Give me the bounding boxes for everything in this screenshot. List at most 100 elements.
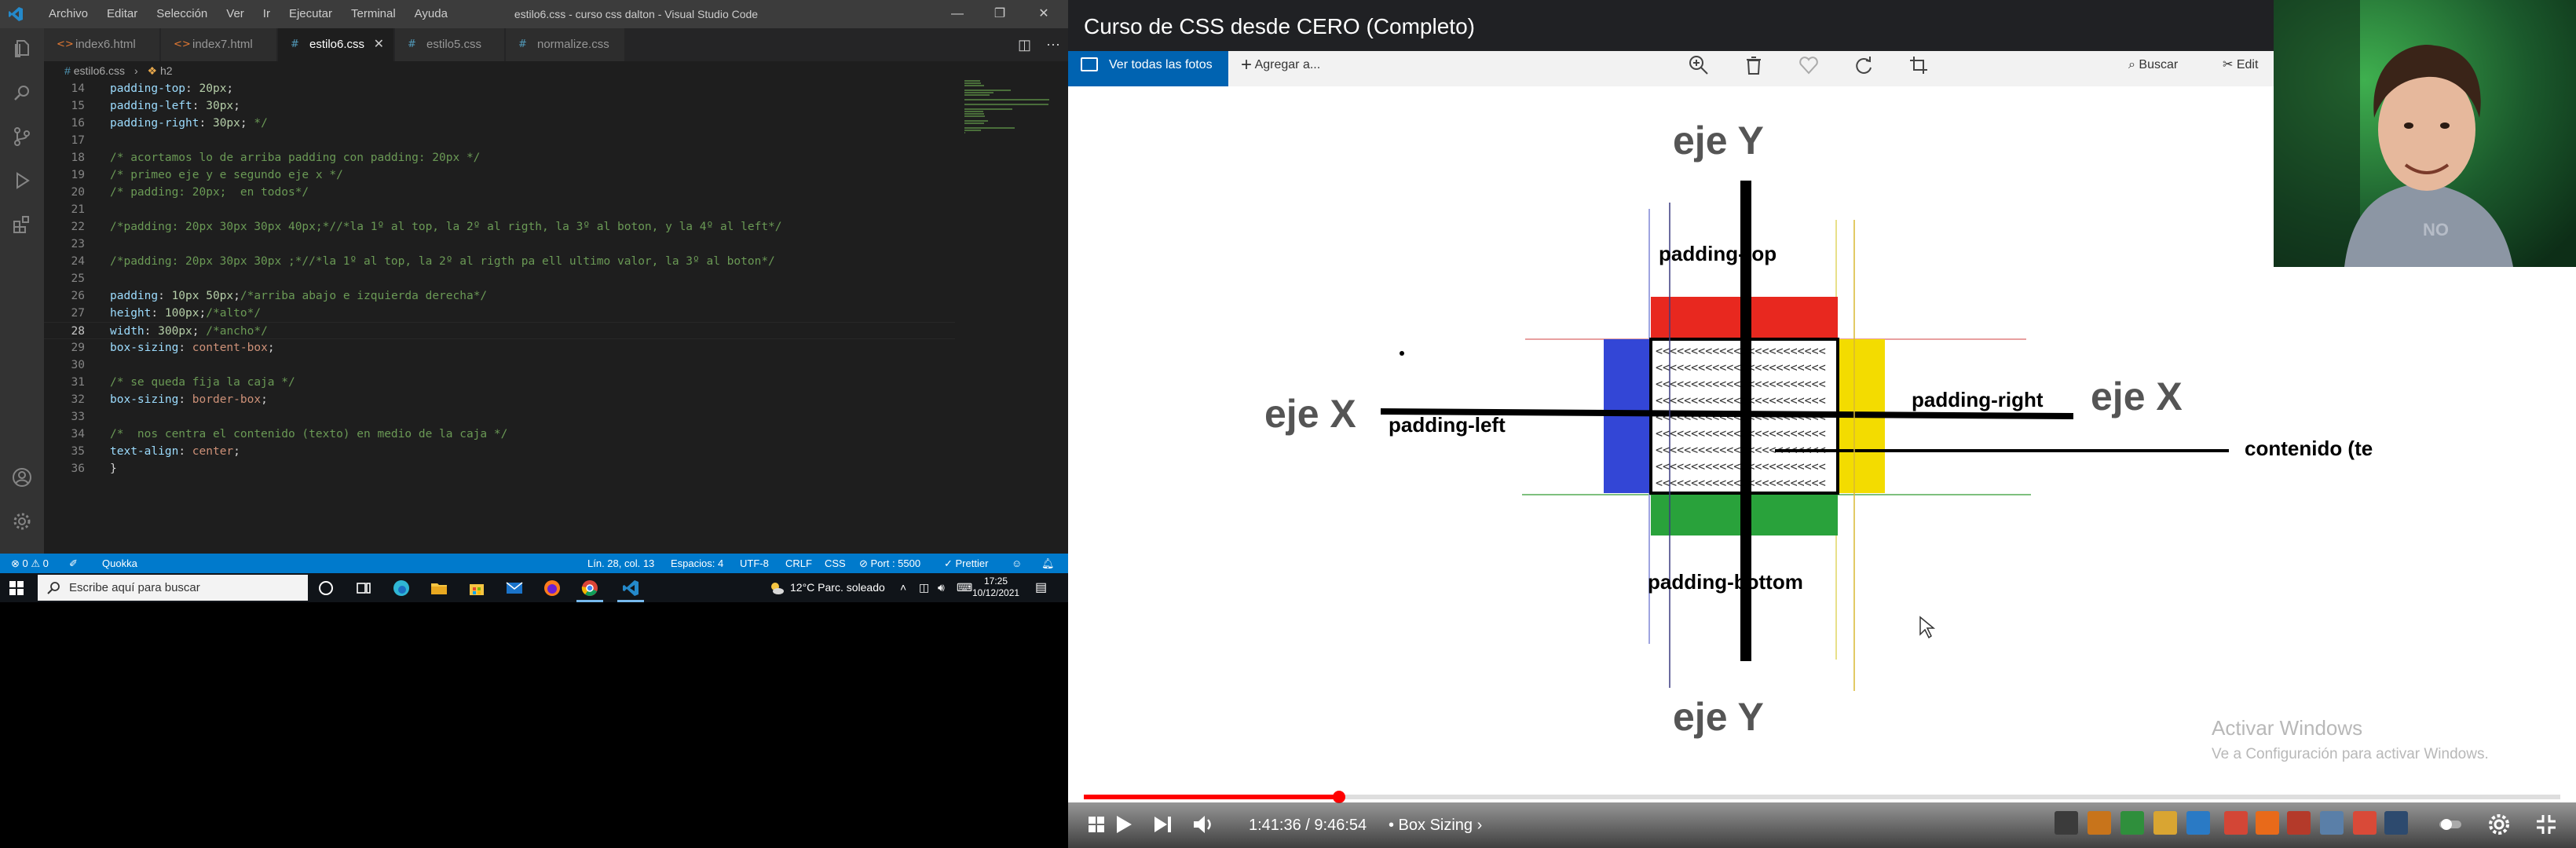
- feedback-icon[interactable]: ☺: [1012, 554, 1022, 573]
- language-icon[interactable]: ⌨: [957, 573, 972, 602]
- autoplay-toggle-icon[interactable]: [2438, 812, 2463, 837]
- code-line[interactable]: 24 /*padding: 20px 30px 30px ;*//*la 1º a…: [44, 253, 955, 270]
- windows-start-icon[interactable]: [1084, 812, 1109, 837]
- code-token: :: [192, 100, 207, 112]
- close-window-button[interactable]: ✕: [1026, 0, 1062, 28]
- windows-start-icon[interactable]: [9, 581, 24, 595]
- menu-item[interactable]: Archivo: [39, 0, 97, 28]
- language-mode[interactable]: CSS: [825, 554, 846, 573]
- code-line[interactable]: 36}: [44, 460, 955, 477]
- code-line[interactable]: 21: [44, 201, 955, 218]
- rotate-icon[interactable]: [1852, 53, 1875, 77]
- search-icon[interactable]: [11, 82, 33, 104]
- code-line[interactable]: 25: [44, 270, 955, 287]
- indentation[interactable]: Espacios: 4: [671, 554, 723, 573]
- chrome-icon[interactable]: [581, 579, 598, 597]
- weather-text[interactable]: 12°C Parc. soleado: [790, 573, 885, 602]
- next-video-icon[interactable]: [1150, 812, 1175, 837]
- show-hidden-icons-icon[interactable]: ˄: [900, 573, 906, 602]
- volume-icon[interactable]: 🔊︎: [938, 573, 945, 602]
- split-editor-icon[interactable]: ◫: [1018, 37, 1031, 53]
- store-icon[interactable]: [468, 579, 485, 597]
- code-line[interactable]: 15 padding-left: 30px;: [44, 97, 955, 115]
- end-of-line[interactable]: CRLF: [785, 554, 812, 573]
- video-player[interactable]: <<<<<<<<<<<<<<<<<<<<<<<<<<<<<<<<<<<<<<<<…: [1068, 0, 2576, 848]
- encoding[interactable]: UTF-8: [740, 554, 769, 573]
- vscode-taskbar-icon[interactable]: [622, 579, 639, 597]
- cortana-icon[interactable]: [317, 579, 335, 597]
- network-icon[interactable]: ◫: [919, 573, 929, 602]
- menu-item[interactable]: Terminal: [342, 0, 405, 28]
- breadcrumb-file[interactable]: estilo6.css: [74, 64, 125, 77]
- video-title[interactable]: Curso de CSS desde CERO (Completo): [1084, 14, 1475, 39]
- close-tab-icon[interactable]: ✕: [374, 28, 384, 61]
- delete-icon[interactable]: [1742, 53, 1766, 77]
- settings-gear-icon[interactable]: [2486, 812, 2512, 837]
- code-line[interactable]: 28 width: 300px; /*ancho*/: [44, 322, 955, 339]
- code-line[interactable]: 31 /* se queda fija la caja */: [44, 374, 955, 391]
- code-line[interactable]: 18 /* acortamos lo de arriba padding con …: [44, 149, 955, 166]
- extensions-icon[interactable]: [11, 214, 33, 236]
- account-icon[interactable]: [11, 466, 33, 488]
- quokka-status[interactable]: Quokka: [102, 554, 137, 573]
- menu-item[interactable]: Editar: [97, 0, 147, 28]
- code-line[interactable]: 33: [44, 408, 955, 426]
- cursor-position[interactable]: Lín. 28, col. 13: [587, 554, 654, 573]
- weather-icon[interactable]: [768, 579, 785, 597]
- tab-index7-html[interactable]: <> index7.html: [161, 28, 277, 61]
- line-number: 19: [71, 169, 85, 181]
- code-line[interactable]: 23: [44, 236, 955, 253]
- code-line[interactable]: 17: [44, 132, 955, 149]
- mail-icon[interactable]: [506, 579, 523, 597]
- menu-item[interactable]: Ver: [217, 0, 254, 28]
- code-line[interactable]: 32 box-sizing: border-box;: [44, 391, 955, 408]
- code-line[interactable]: 16 padding-right: 30px; */: [44, 115, 955, 132]
- settings-gear-icon[interactable]: [11, 510, 33, 532]
- task-view-icon[interactable]: [355, 579, 372, 597]
- explorer-icon[interactable]: [11, 38, 33, 60]
- code-line[interactable]: 22 /*padding: 20px 30px 30px 40px;*//*la …: [44, 218, 955, 236]
- menu-item[interactable]: Ir: [254, 0, 280, 28]
- tab-normalize-css[interactable]: # normalize.css: [506, 28, 625, 61]
- edge-browser-icon[interactable]: [393, 579, 410, 597]
- code-line[interactable]: 34 /* nos centra el contenido (texto) en …: [44, 426, 955, 443]
- code-line[interactable]: 20 /* padding: 20px; en todos*/: [44, 184, 955, 201]
- problems-status[interactable]: ⊗ 0 ⚠ 0: [11, 554, 49, 573]
- more-actions-icon[interactable]: ⋯: [1046, 37, 1060, 53]
- minimap[interactable]: [958, 80, 1060, 554]
- firefox-icon[interactable]: [543, 579, 561, 597]
- menu-item[interactable]: Ejecutar: [280, 0, 342, 28]
- menu-item[interactable]: Selección: [147, 0, 217, 28]
- minimap-line: [964, 99, 1049, 101]
- chapter-title[interactable]: • Box Sizing ›: [1389, 812, 1482, 839]
- run-debug-icon[interactable]: [11, 170, 33, 192]
- live-server-port[interactable]: ⊘ Port : 5500: [859, 554, 920, 573]
- restore-button[interactable]: ❐: [982, 0, 1018, 28]
- code-line[interactable]: 14 padding-top: 20px;: [44, 80, 955, 97]
- play-icon[interactable]: [1111, 812, 1136, 837]
- source-control-icon[interactable]: [11, 126, 33, 148]
- code-line[interactable]: 19 /* primeo eje y e segundo eje x */: [44, 166, 955, 184]
- taskbar-clock[interactable]: 17:25 10/12/2021: [972, 576, 1019, 599]
- notifications-bell-icon[interactable]: 🔔︎: [1041, 554, 1055, 573]
- tab-index6-html[interactable]: <> index6.html: [44, 28, 160, 61]
- volume-icon[interactable]: [1191, 812, 1216, 837]
- zoom-in-icon[interactable]: [1687, 53, 1711, 77]
- taskbar-search-box[interactable]: Escribe aquí para buscar: [38, 575, 308, 601]
- code-line[interactable]: 30: [44, 356, 955, 374]
- code-editor[interactable]: 14 padding-top: 20px; 15 padding-left: 30px…: [44, 80, 955, 554]
- breadcrumb-symbol[interactable]: h2: [160, 64, 173, 77]
- tab-estilo5-css[interactable]: # estilo5.css: [395, 28, 505, 61]
- code-line[interactable]: 29 box-sizing: content-box;: [44, 339, 955, 356]
- minimize-button[interactable]: —: [939, 0, 975, 28]
- prettier-status[interactable]: ✓ Prettier: [944, 554, 988, 573]
- notification-center-icon[interactable]: ▤: [1035, 573, 1047, 602]
- favorite-heart-icon[interactable]: [1797, 53, 1820, 77]
- tab-estilo6-css[interactable]: # estilo6.css ✕: [278, 28, 394, 61]
- file-explorer-icon[interactable]: [430, 579, 448, 597]
- code-line[interactable]: 26 padding: 10px 50px;/*arriba abajo e iz…: [44, 287, 955, 305]
- crop-icon[interactable]: [1907, 53, 1930, 77]
- exit-fullscreen-icon[interactable]: [2534, 812, 2559, 837]
- code-line[interactable]: 35 text-align: center;: [44, 443, 955, 460]
- code-line[interactable]: 27 height: 100px;/*alto*/: [44, 305, 955, 322]
